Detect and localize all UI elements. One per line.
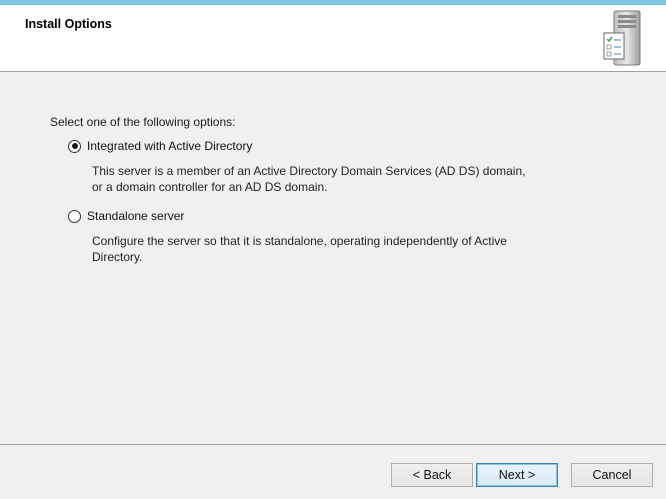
options-prompt: Select one of the following options: [50,115,236,129]
description-line: This server is a member of an Active Dir… [92,164,526,178]
option-integrated-ad-label: Integrated with Active Directory [87,139,253,153]
cancel-button[interactable]: Cancel [571,463,653,487]
option-integrated-ad[interactable]: Integrated with Active Directory [68,139,252,153]
option-integrated-ad-description: This server is a member of an Active Dir… [92,163,542,195]
install-options-dialog: Install Options Select one of the follow… [0,0,666,499]
description-line: or a domain controller for an AD DS doma… [92,180,328,194]
radio-integrated-ad[interactable] [68,139,81,153]
next-button[interactable]: Next > [476,463,558,487]
page-title: Install Options [25,17,112,31]
description-line: Directory. [92,250,143,264]
server-checklist-icon [603,10,641,66]
radio-standalone[interactable] [68,209,81,223]
wizard-header: Install Options [0,5,666,72]
option-standalone-label: Standalone server [87,209,185,223]
wizard-content: Select one of the following options: Int… [0,72,666,442]
option-standalone-description: Configure the server so that it is stand… [92,233,542,265]
option-standalone[interactable]: Standalone server [68,209,184,223]
back-button[interactable]: < Back [391,463,473,487]
footer-divider [0,444,666,445]
description-line: Configure the server so that it is stand… [92,234,507,248]
